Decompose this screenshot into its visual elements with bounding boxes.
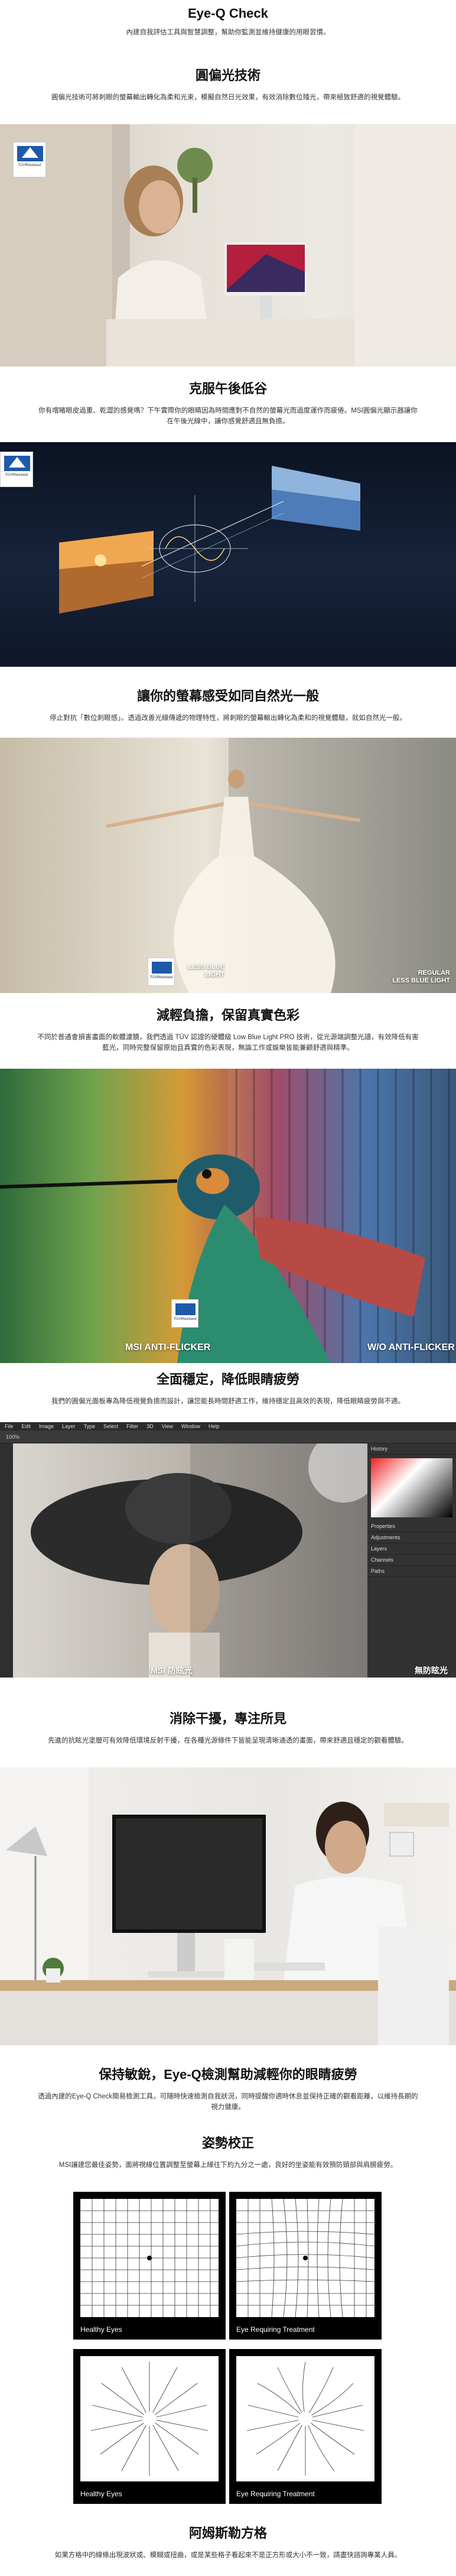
page-subtitle: 內建自我評估工具與智慧調整，幫助你監測並維持健康的用眼習慣。 <box>126 29 330 36</box>
app-menubar: File Edit Image Layer Type Select Filter… <box>0 1422 456 1430</box>
menu-item[interactable]: View <box>162 1423 173 1429</box>
label-msi-anti-flicker: MSI ANTI-FLICKER <box>125 1342 211 1352</box>
color-picker[interactable] <box>371 1458 452 1517</box>
section-desc: 停止對抗「數位刺眼感」。透過改善光線傳遞的物理特性，將刺眼的螢幕輸出轉化為柔和的… <box>50 715 406 722</box>
product-page: Eye-Q Check 內建自我評估工具與智慧調整，幫助你監測並維持健康的用眼習… <box>0 0 456 2576</box>
panel-tab[interactable]: Adjustments <box>367 1532 456 1543</box>
menu-item[interactable]: File <box>5 1423 14 1429</box>
section-natural-light: 讓你的螢幕感受如同自然光一般 停止對抗「數位刺眼感」。透過改善光線傳遞的物理特性… <box>0 686 456 724</box>
section-desc: 如果方格中的線條出現波狀或、模糊或扭曲，或是某些格子看起來不是正方形或大小不一致… <box>54 2552 402 2559</box>
section-eye-q: 保持敏銳，Eye-Q檢測幫助減輕你的眼睛疲勞 透過內建的Eye-Q Check簡… <box>0 2064 456 2113</box>
label-without-anti-flicker: W/O ANTI-FLICKER <box>367 1342 455 1352</box>
label-no-anti-glare: 無防眩光 <box>415 1666 448 1675</box>
section-desc: 先進的抗眩光塗層可有效降低環境反射干擾，在各種光源條件下皆能呈現清晰通透的畫面，… <box>48 1737 408 1744</box>
section-posture: 姿勢校正 MSI讓建您最佳姿勢，面將視線位置調整至螢幕上緣往下約九分之一處，良好… <box>0 2133 456 2171</box>
radial-card-treatment: Eye Requiring Treatment <box>229 2349 382 2504</box>
side-panel: History Properties Adjustments Layers Ch… <box>367 1443 456 1678</box>
hummingbird-comparison-photo: TÜVRheinland MSI ANTI-FLICKER W/O ANTI-F… <box>0 1069 456 1363</box>
section-title: 保持敏銳，Eye-Q檢測幫助減輕你的眼睛疲勞 <box>99 2067 357 2082</box>
label-msi-anti-glare: MSI 防眩光 <box>151 1666 193 1675</box>
zoom-readout[interactable]: 100% <box>6 1434 19 1440</box>
section-circular-polarization: 圓偏光技術 圓偏光技術可將刺眼的螢幕輸出轉化為柔和光束，模擬自然日光效果，有效消… <box>0 65 456 103</box>
amsler-card-healthy: Healthy Eyes <box>73 2192 226 2340</box>
section-title: 克服午後低谷 <box>188 381 267 396</box>
panel-tab[interactable]: History <box>367 1443 456 1455</box>
panel-tab[interactable]: Layers <box>367 1543 456 1555</box>
section-desc: 不同於普通會損害畫面的軟體濾鏡，我們透過 TÜV 認證的硬體級 Low Blue… <box>37 1034 419 1052</box>
menu-item[interactable]: Type <box>84 1423 96 1429</box>
section-amsler: 阿姆斯勒方格 如果方格中的線條出現波狀或、模糊或扭曲，或是某些格子看起來不是正方… <box>0 2523 456 2561</box>
section-title: 阿姆斯勒方格 <box>188 2526 267 2541</box>
dancer-comparison-photo: TÜVRheinland LESS BLUE LIGHT REGULAR LES… <box>0 738 456 993</box>
menu-item[interactable]: Layer <box>62 1423 76 1429</box>
section-stable: 全面穩定，降低眼睛疲勞 我們的圓偏光面板專為降低視覺負擔而設計，讓您能長時間舒適… <box>0 1369 456 1407</box>
menu-item[interactable]: Filter <box>126 1423 138 1429</box>
panel-tab[interactable]: Channels <box>367 1555 456 1566</box>
section-desc: 透過內建的Eye-Q Check簡易檢測工具，可隨時快速檢測自我狀況，同時提醒你… <box>38 2093 418 2111</box>
section-title: 圓偏光技術 <box>195 68 260 83</box>
tuv-badge: TÜVRheinland <box>171 1299 198 1328</box>
amsler-card-treatment: Eye Requiring Treatment <box>229 2192 382 2340</box>
woman-monitor-illustration <box>0 124 456 366</box>
tools-panel <box>0 1443 13 1678</box>
section-true-color: 減輕負擔，保留真實色彩 不同於普通會損害畫面的軟體濾鏡，我們透過 TÜV 認證的… <box>0 1005 456 1053</box>
tuv-badge: TÜVRheinland <box>148 958 175 986</box>
label-less-blue-light: LESS BLUE LIGHT <box>188 963 224 978</box>
canvas-area <box>13 1432 379 1678</box>
section-title: 消除干擾，專注所見 <box>169 1711 286 1726</box>
card-caption: Healthy Eyes <box>80 2325 122 2334</box>
menu-item[interactable]: Window <box>181 1423 200 1429</box>
woman-monitor-photo: TÜVRheinland <box>0 124 456 366</box>
section-afternoon-slump: 克服午後低谷 你有嚐睹眼皮過重、乾澀的感覺嗎？下午實際你的眼睛因為時間應對不自然… <box>0 378 456 427</box>
panel-tab[interactable]: Paths <box>367 1566 456 1577</box>
radial-lines-healthy <box>80 2356 219 2481</box>
tuv-badge: TÜVRheinland <box>0 452 33 487</box>
hat-woman-illustration <box>31 1432 379 1678</box>
label-regular: REGULAR LESS BLUE LIGHT <box>392 969 450 984</box>
polarization-diagram-photo: TÜVRheinland <box>0 442 456 667</box>
section-title: 減輕負擔，保留真實色彩 <box>156 1008 299 1023</box>
page-title: Eye-Q Check <box>188 6 268 21</box>
section-desc: 圓偏光技術可將刺眼的螢幕輸出轉化為柔和光束，模擬自然日光效果，有效消除數位殘光，… <box>51 94 405 101</box>
tuv-badge: TÜVRheinland <box>13 142 46 177</box>
amsler-grid-distorted <box>236 2198 375 2318</box>
radial-lines-distorted <box>236 2356 374 2481</box>
menu-item[interactable]: Select <box>103 1423 118 1429</box>
polarization-illustration <box>59 466 360 614</box>
menu-item[interactable]: Image <box>39 1423 54 1429</box>
section-title: 姿勢校正 <box>201 2136 254 2150</box>
section-desc: 你有嚐睹眼皮過重、乾澀的感覺嗎？下午實際你的眼睛因為時間應對不自然的螢幕光而過度… <box>38 407 418 425</box>
radial-card-healthy: Healthy Eyes <box>73 2349 226 2504</box>
page-header: Eye-Q Check 內建自我評估工具與智慧調整，幫助你監測並維持健康的用眼習… <box>0 6 456 38</box>
photoshop-comparison-photo: File Edit Image Layer Type Select Filter… <box>0 1422 456 1678</box>
menu-item[interactable]: 3D <box>146 1423 154 1429</box>
card-caption: Eye Requiring Treatment <box>236 2490 315 2498</box>
man-desk-illustration <box>0 1767 456 2045</box>
menu-item[interactable]: Help <box>209 1423 220 1429</box>
dancer-illustration <box>106 738 456 993</box>
section-desc: MSI讓建您最佳姿勢，面將視線位置調整至螢幕上緣往下約九分之一處，良好的坐姿能有… <box>58 2162 398 2169</box>
menu-item[interactable]: Edit <box>22 1423 31 1429</box>
panel-tab[interactable]: Properties <box>367 1521 456 1532</box>
options-bar: 100% <box>0 1430 456 1443</box>
section-title: 全面穩定，降低眼睛疲勞 <box>156 1372 299 1387</box>
card-caption: Eye Requiring Treatment <box>236 2325 315 2334</box>
section-desc: 我們的圓偏光面板專為降低視覺負擔而設計，讓您能長時間舒適工作，維持穩定且高效的表… <box>51 1398 405 1405</box>
section-focus: 消除干擾，專注所見 先進的抗眩光塗層可有效降低環境反射干擾，在各種光源條件下皆能… <box>0 1708 456 1746</box>
amsler-grid-healthy <box>80 2199 219 2317</box>
card-caption: Healthy Eyes <box>80 2490 122 2498</box>
hummingbird-illustration <box>0 1069 456 1363</box>
section-title: 讓你的螢幕感受如同自然光一般 <box>136 689 319 703</box>
man-desk-photo <box>0 1767 456 2045</box>
